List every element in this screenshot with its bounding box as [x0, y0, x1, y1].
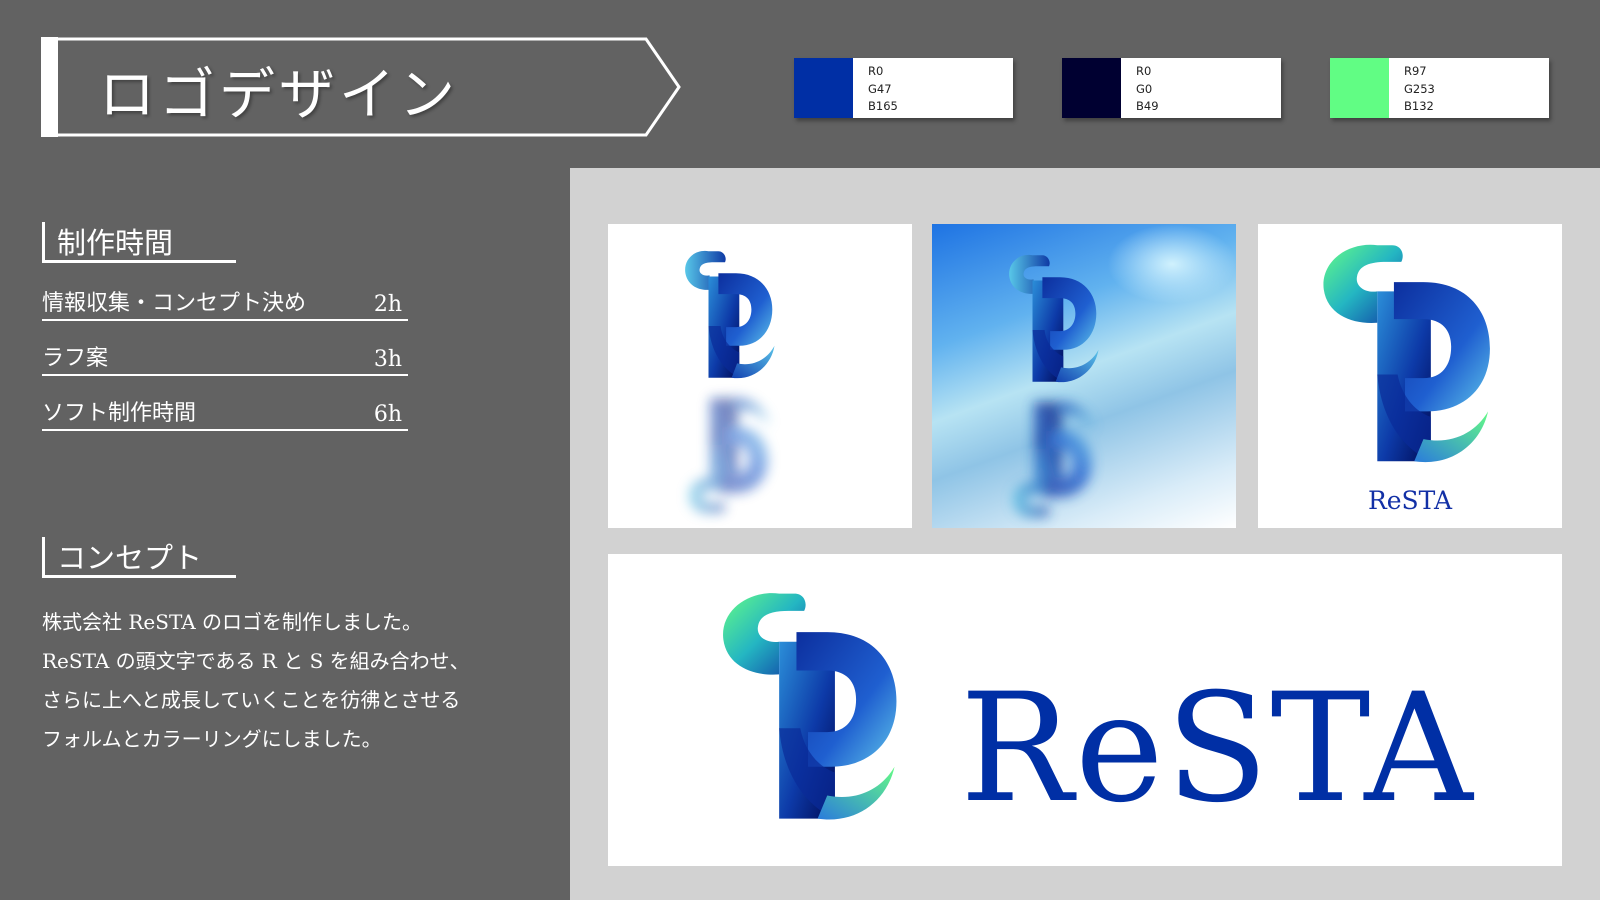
swatch-g: G0	[1136, 81, 1153, 96]
concept-line: ReSTA の頭文字である R と S を組み合わせ、	[42, 649, 470, 673]
time-row-label: ラフ案	[42, 346, 109, 371]
resta-logo-icon	[1009, 254, 1099, 383]
section-heading-text: 制作時間	[57, 226, 174, 260]
time-row: ソフト制作時間 6h	[42, 397, 408, 431]
concept-text: 株式会社 ReSTA のロゴを制作しました。 ReSTA の頭文字である R と…	[42, 603, 542, 759]
brand-name-small: ReSTA	[1367, 486, 1453, 515]
section-heading-text: コンセプト	[57, 541, 203, 575]
time-row-value: 2h	[373, 292, 402, 317]
logo-gallery: ReSTA ReSTA	[570, 168, 1600, 900]
logo-card-white	[608, 224, 912, 528]
time-row-value: 3h	[373, 347, 402, 372]
swatch-g: G47	[868, 81, 892, 96]
time-row: ラフ案 3h	[42, 342, 408, 376]
concept-line: 株式会社 ReSTA のロゴを制作しました。	[42, 610, 422, 634]
time-row-label: 情報収集・コンセプト決め	[42, 291, 307, 316]
time-row: 情報収集・コンセプト決め 2h	[42, 287, 408, 321]
time-row-value: 6h	[373, 402, 402, 427]
swatch-b: B49	[1136, 99, 1159, 113]
resta-logo-icon	[1323, 244, 1490, 463]
concept-line: さらに上へと成長していくことを彷彿とさせる	[42, 688, 461, 712]
swatch-chip	[1062, 58, 1121, 118]
brand-name-large: ReSTA	[960, 662, 1475, 836]
logo-card-with-name: ReSTA	[1258, 224, 1562, 528]
resta-logo-icon	[723, 593, 897, 820]
swatch-b: B132	[1404, 99, 1434, 113]
concept-line: フォルムとカラーリングにしました。	[42, 727, 382, 751]
color-swatch-blue: R0 G47 B165	[794, 58, 1013, 118]
time-row-label: ソフト制作時間	[42, 401, 197, 426]
title-banner: ロゴデザイン	[41, 37, 696, 139]
swatch-r: R0	[1136, 64, 1152, 78]
swatch-chip	[1330, 58, 1389, 118]
resta-logo-reflection-icon	[688, 397, 770, 514]
logo-card-blue	[932, 224, 1236, 528]
swatch-g: G253	[1404, 81, 1435, 96]
resta-logo-reflection-icon	[1012, 401, 1094, 518]
concept-heading: コンセプト	[42, 537, 236, 578]
swatch-values: R97 G253 B132	[1404, 63, 1435, 116]
swatch-r: R0	[868, 64, 884, 78]
logo-lockup-card: ReSTA	[608, 554, 1562, 866]
page-title: ロゴデザイン	[99, 63, 459, 128]
swatch-b: B165	[868, 99, 898, 113]
color-swatch-navy: R0 G0 B49	[1062, 58, 1281, 118]
resta-logo-icon	[685, 250, 775, 379]
swatch-values: R0 G47 B165	[868, 63, 898, 116]
production-time-heading: 制作時間	[42, 222, 236, 263]
swatch-chip	[794, 58, 853, 118]
swatch-r: R97	[1404, 64, 1427, 78]
swatch-values: R0 G0 B49	[1136, 63, 1159, 116]
color-swatch-green: R97 G253 B132	[1330, 58, 1549, 118]
